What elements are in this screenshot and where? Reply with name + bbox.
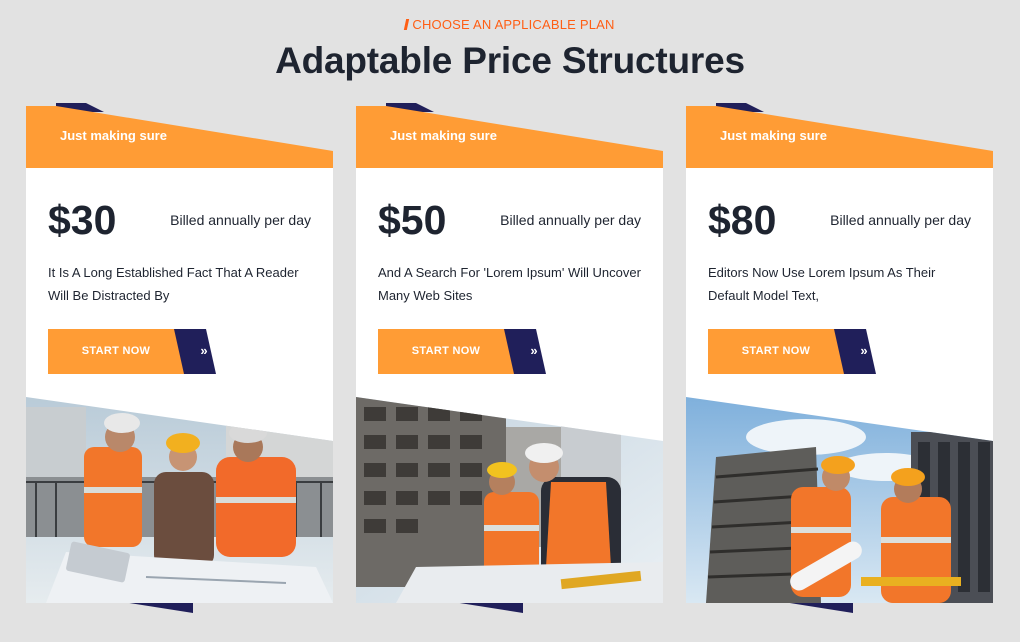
double-chevron-right-icon: » [860, 343, 868, 358]
pricing-card-premium: Just making sure $80 Billed annually per… [686, 103, 993, 615]
plan-tag: Just making sure [60, 128, 167, 143]
plan-billing: Billed annually per day [500, 212, 641, 228]
plan-description: It Is A Long Established Fact That A Rea… [48, 265, 299, 303]
plan-billing: Billed annually per day [830, 212, 971, 228]
engineers-at-building-site-photo [356, 397, 663, 603]
start-now-label: START NOW [81, 345, 151, 357]
section-title: Adaptable Price Structures [275, 40, 745, 81]
start-now-button[interactable]: START NOW » [378, 329, 548, 374]
plan-price: $50 [378, 197, 447, 243]
section-eyebrow: CHOOSE AN APPLICABLE PLAN [0, 17, 1020, 32]
plan-tag: Just making sure [720, 128, 827, 143]
plan-description: Editors Now Use Lorem Ipsum As Their Def… [708, 265, 936, 303]
start-now-label: START NOW [741, 345, 811, 357]
eyebrow-text: CHOOSE AN APPLICABLE PLAN [412, 17, 615, 32]
pricing-card-standard: Just making sure $50 Billed annually per… [356, 103, 663, 615]
workers-with-plans-and-level-photo [686, 397, 993, 603]
plan-tag: Just making sure [390, 128, 497, 143]
eyebrow-accent-bar [404, 19, 410, 30]
plan-description: And A Search For 'Lorem Ipsum' Will Unco… [378, 265, 641, 303]
double-chevron-right-icon: » [530, 343, 538, 358]
pricing-card-basic: Just making sure $30 Billed annually per… [26, 103, 333, 615]
start-now-button[interactable]: START NOW » [48, 329, 218, 374]
start-now-label: START NOW [411, 345, 481, 357]
double-chevron-right-icon: » [200, 343, 208, 358]
plan-price: $30 [48, 197, 117, 243]
start-now-button[interactable]: START NOW » [708, 329, 878, 374]
construction-workers-reviewing-blueprints-photo [26, 397, 333, 603]
plan-price: $80 [708, 197, 777, 243]
plan-billing: Billed annually per day [170, 212, 311, 228]
